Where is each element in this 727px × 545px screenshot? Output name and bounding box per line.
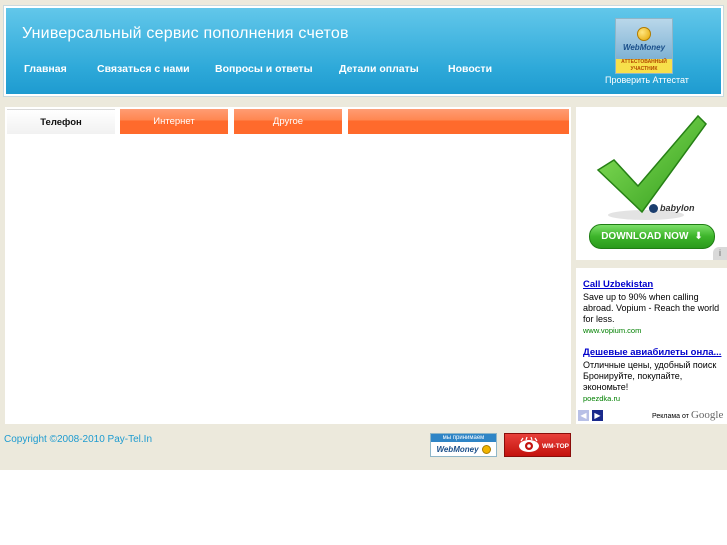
- attest-status-line2: УЧАСТНИК: [630, 66, 658, 72]
- ad-text: Отличные цены, удобный поиск Бронируйте,…: [583, 360, 717, 392]
- ad-title[interactable]: Дешевые авиабилеты онла...: [583, 347, 725, 358]
- webmoney-globe-icon: [637, 26, 651, 41]
- ad-item-2: Дешевые авиабилеты онла... Отличные цены…: [583, 347, 725, 403]
- google-logo: Google: [690, 409, 724, 421]
- wm-top-badge[interactable]: WM-TOP: [504, 433, 571, 457]
- site-title: Универсальный сервис пополнения счетов: [22, 25, 349, 42]
- ad-next-icon[interactable]: ▶: [592, 410, 603, 421]
- tab-phone[interactable]: Телефон: [7, 109, 115, 134]
- babylon-ad[interactable]: babylon DOWNLOAD NOW ⬇ i: [576, 107, 727, 260]
- ads-by-google[interactable]: Реклама от Google: [652, 409, 723, 421]
- ad-item-1: Call Uzbekistan Save up to 90% when call…: [583, 279, 725, 335]
- nav-payment-details[interactable]: Детали оплаты: [339, 63, 419, 75]
- check-attest-link[interactable]: Проверить Аттестат: [605, 75, 689, 85]
- download-arrow-icon: ⬇: [694, 231, 703, 242]
- ad-title[interactable]: Call Uzbekistan: [583, 279, 725, 290]
- ad-info-icon[interactable]: i: [713, 247, 727, 260]
- nav-faq[interactable]: Вопросы и ответы: [215, 63, 313, 75]
- webmoney-coin-icon: [481, 444, 491, 454]
- ad-prev-icon[interactable]: ◀: [578, 410, 589, 421]
- tab-internet[interactable]: Интернет: [120, 109, 228, 134]
- eye-icon: [519, 437, 539, 452]
- webmoney-brand: WebMoney: [622, 42, 666, 52]
- ad-url[interactable]: www.vopium.com: [583, 326, 725, 335]
- ad-url[interactable]: poezdka.ru: [583, 394, 725, 403]
- nav-news[interactable]: Новости: [448, 63, 492, 75]
- google-ads-block: Call Uzbekistan Save up to 90% when call…: [576, 268, 727, 424]
- main-panel: Телефон Интернет Другое: [5, 107, 571, 424]
- tab-other[interactable]: Другое: [234, 109, 342, 134]
- webmoney-accept-badge[interactable]: мы принимаем WebMoney: [430, 433, 497, 457]
- webmoney-attest-badge[interactable]: WebMoney АТТЕСТОВАННЫЙ УЧАСТНИК: [615, 18, 673, 74]
- babylon-logo-icon: [649, 203, 658, 213]
- tab-empty: [348, 109, 569, 134]
- nav-contact[interactable]: Связаться с нами: [97, 63, 190, 75]
- site-header: Универсальный сервис пополнения счетов Г…: [4, 6, 723, 96]
- nav-home[interactable]: Главная: [24, 63, 67, 75]
- copyright-text: Copyright ©2008-2010 Pay-Tel.In: [4, 434, 153, 445]
- ad-text: Save up to 90% when calling abroad. Vopi…: [583, 292, 720, 324]
- babylon-logo: babylon: [649, 203, 695, 213]
- attest-status-line1: АТТЕСТОВАННЫЙ: [621, 59, 667, 65]
- download-now-button[interactable]: DOWNLOAD NOW ⬇: [589, 224, 715, 249]
